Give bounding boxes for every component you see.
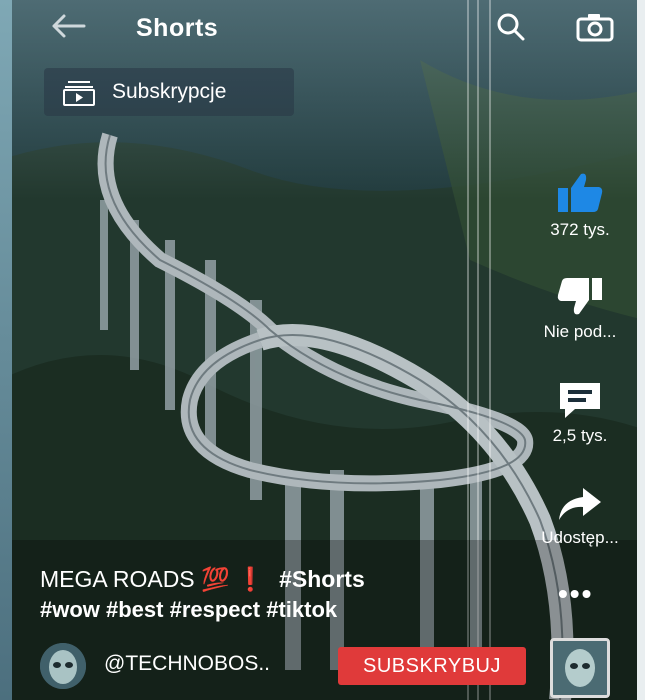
subscriptions-chip[interactable]: Subskrypcje xyxy=(44,68,294,116)
share-icon xyxy=(559,488,601,520)
camera-icon[interactable] xyxy=(574,12,618,42)
comment-count: 2,5 tys. xyxy=(552,426,608,445)
hashtag-shorts[interactable]: #Shorts xyxy=(279,566,365,592)
like-button[interactable]: 372 tys. xyxy=(520,170,640,240)
dislike-button[interactable]: Nie pod... xyxy=(520,276,640,342)
right-edge xyxy=(637,0,645,700)
thumbs-down-icon xyxy=(557,278,602,315)
share-label: Udostęp... xyxy=(541,528,619,547)
shorts-player[interactable]: Shorts Subskrypcje 372 tys. Nie pod... 2… xyxy=(0,0,645,700)
comments-button[interactable]: 2,5 tys. xyxy=(520,380,640,446)
channel-avatar[interactable] xyxy=(40,643,86,689)
hashtags-line[interactable]: #wow #best #respect #tiktok xyxy=(40,597,337,623)
sound-thumbnail[interactable] xyxy=(550,638,610,698)
subscribe-button[interactable]: SUBSKRYBUJ xyxy=(338,647,526,685)
exclamation-emoji: ❗ xyxy=(236,566,265,592)
dislike-label: Nie pod... xyxy=(543,322,617,341)
subscriptions-icon xyxy=(62,80,96,106)
hundred-points-emoji: 💯 xyxy=(201,566,230,592)
search-icon[interactable] xyxy=(492,12,532,42)
subscriptions-label: Subskrypcje xyxy=(112,80,227,103)
page-title: Shorts xyxy=(136,14,219,42)
back-arrow-icon[interactable] xyxy=(48,12,88,40)
comment-icon xyxy=(560,383,600,418)
share-button[interactable]: Udostęp... xyxy=(520,486,640,548)
video-title[interactable]: MEGA ROADS 💯 ❗ #Shorts xyxy=(40,566,365,593)
channel-handle[interactable]: @TECHNOBOS.. xyxy=(104,652,270,676)
left-edge xyxy=(0,0,12,700)
more-options-icon[interactable]: ••• xyxy=(558,578,593,610)
thumbs-up-icon xyxy=(558,173,603,212)
like-count: 372 tys. xyxy=(550,220,610,239)
top-bar: Shorts xyxy=(48,6,638,46)
title-text: MEGA ROADS xyxy=(40,566,195,592)
